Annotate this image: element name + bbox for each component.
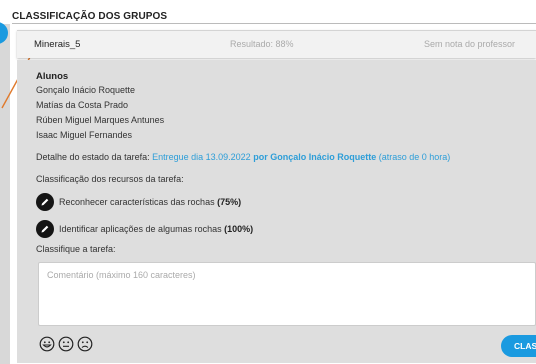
group-name: Minerais_5	[34, 39, 81, 50]
task-delivered-date: Entregue dia 13.09.2022	[152, 152, 251, 162]
comment-textarea[interactable]	[38, 262, 536, 326]
group-detail-panel: Alunos Gonçalo Inácio Roquette Matías da…	[17, 60, 536, 363]
student-name: Rúben Miguel Marques Antunes	[36, 115, 165, 125]
resource-item: Reconhecer características das rochas (7…	[36, 193, 241, 211]
task-delay: (atraso de 0 hora)	[378, 152, 451, 162]
edit-pencil-icon[interactable]	[36, 220, 54, 238]
classify-button[interactable]: CLAS	[501, 335, 536, 357]
resource-percent: (100%)	[224, 224, 254, 234]
sad-face-icon[interactable]	[77, 336, 93, 352]
student-name: Matías da Costa Prado	[36, 100, 129, 110]
task-status-detail: Detalhe do estado da tarefa: Entregue di…	[36, 152, 450, 162]
students-heading: Alunos	[36, 71, 69, 82]
resource-item: Identificar aplicações de algumas rochas…	[36, 220, 253, 238]
resource-label: Identificar aplicações de algumas rochas…	[59, 224, 254, 234]
resource-percent: (75%)	[217, 197, 242, 207]
section-title: CLASSIFICAÇÃO DOS GRUPOS	[12, 11, 168, 22]
task-status-label: Detalhe do estado da tarefa:	[36, 152, 150, 162]
resources-heading: Classificação dos recursos da tarefa:	[36, 174, 184, 184]
task-delivered-by-link[interactable]: por Gonçalo Inácio Roquette	[253, 152, 376, 162]
grade-heading: Classifique a tarefa:	[36, 244, 116, 254]
group-result: Resultado: 88%	[230, 39, 294, 49]
teacher-grade-status: Sem nota do professor	[424, 39, 516, 49]
happy-face-icon[interactable]	[39, 336, 55, 352]
student-name: Gonçalo Inácio Roquette	[36, 85, 136, 95]
title-divider	[12, 23, 536, 24]
grade-faces	[39, 336, 93, 352]
group-header[interactable]: Minerais_5 Resultado: 88% Sem nota do pr…	[17, 30, 536, 58]
student-name: Isaac Miguel Fernandes	[36, 130, 133, 140]
neutral-face-icon[interactable]	[58, 336, 74, 352]
resource-label: Reconhecer características das rochas (7…	[59, 197, 242, 207]
edit-pencil-icon[interactable]	[36, 193, 54, 211]
